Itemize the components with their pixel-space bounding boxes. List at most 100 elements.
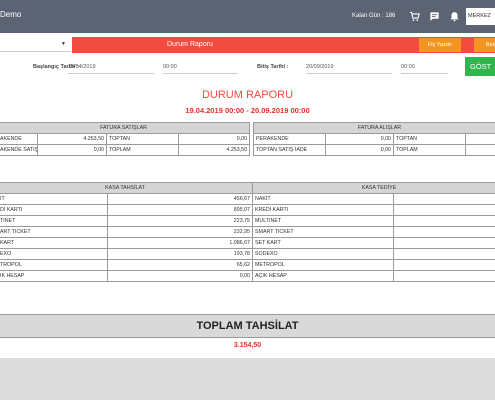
table-cell: IK HESAP xyxy=(0,270,108,282)
purchase-invoice-header: FATURA ALIŞLAR xyxy=(253,122,495,134)
table-cell xyxy=(392,259,495,271)
main-content: ▼ Durum Raporu Fiş Yazdır Belge Başlangı… xyxy=(0,33,495,358)
table-row: MULTINET xyxy=(252,215,495,227)
table-cell: 0,00 xyxy=(177,133,251,145)
table-cell: 0,00 xyxy=(107,270,253,282)
table-cell xyxy=(465,144,495,156)
table-cell: DI KARTI xyxy=(0,204,108,216)
table-cell: MULTINET xyxy=(252,215,394,227)
end-date-label: Bitiş Tarihi : xyxy=(257,64,289,70)
table-row: AKENDE 4.253,50 TOPTAN 0,00 xyxy=(0,133,251,145)
table-cell: 0,00 xyxy=(325,144,394,156)
table-cell: 65,62 xyxy=(107,259,253,271)
show-button[interactable]: GÖST xyxy=(465,57,495,76)
sales-invoice-header: FATURA SATIŞLAR xyxy=(0,122,251,134)
purchase-invoice-table: FATURA ALIŞLAR PERAKENDE 0,00 TOPTAN TOP… xyxy=(253,122,495,156)
table-row: KREDİ KARTI xyxy=(252,204,495,216)
total-collection-label: TOPLAM TAHSİLAT xyxy=(0,314,495,338)
table-cell xyxy=(392,248,495,260)
report-type-select[interactable]: ▼ xyxy=(0,38,71,52)
table-cell: 895,07 xyxy=(107,204,253,216)
table-cell: 1.086,67 xyxy=(107,237,253,249)
report-title: DURUM RAPORU xyxy=(201,89,294,101)
table-cell: KART xyxy=(0,237,108,249)
table-cell: 223,75 xyxy=(107,215,253,227)
table-row: ART TICKET 232,95 xyxy=(0,226,253,238)
table-cell: AKENDE xyxy=(0,133,38,145)
table-cell: SODEXO xyxy=(252,248,394,260)
table-cell: 193,78 xyxy=(107,248,253,260)
table-row: DI KARTI 895,07 xyxy=(0,204,253,216)
table-row: AÇIK HESAP xyxy=(252,270,495,282)
table-row: TINET 223,75 xyxy=(0,215,253,227)
report-date-range: 19.04.2019 00:00 - 20.09.2019 00:00 xyxy=(185,106,310,115)
bell-icon[interactable] xyxy=(449,11,460,22)
top-navbar: Demo Kalan Gün : 186 MERKEZ xyxy=(0,0,495,33)
table-cell xyxy=(392,193,495,205)
table-cell: 456,67 xyxy=(107,193,253,205)
table-cell: SET KART xyxy=(252,237,394,249)
table-cell xyxy=(392,215,495,227)
table-cell: 232,95 xyxy=(107,226,253,238)
start-time-input[interactable]: 00:00 xyxy=(163,62,238,74)
table-cell: TOPLAM xyxy=(106,144,179,156)
table-cell: PERAKENDE xyxy=(253,133,326,145)
table-cell xyxy=(465,133,495,145)
app-brand[interactable]: Demo xyxy=(0,10,21,19)
report-title-bar-label: Durum Raporu xyxy=(167,41,213,48)
table-row: IK HESAP 0,00 xyxy=(0,270,253,282)
table-cell: ART TICKET xyxy=(0,226,108,238)
print-receipt-button[interactable]: Fiş Yazdır xyxy=(419,38,461,52)
start-date-input[interactable]: 19/04/2019 xyxy=(68,62,154,74)
table-cell: EXO xyxy=(0,248,108,260)
table-cell: TOPLAM xyxy=(393,144,466,156)
table-row: METROPOL xyxy=(252,259,495,271)
chat-icon[interactable] xyxy=(429,11,440,22)
table-cell: TOPTAN xyxy=(106,133,179,145)
table-cell xyxy=(392,270,495,282)
page-footer-area xyxy=(0,358,495,400)
table-cell xyxy=(392,226,495,238)
table-cell: 0,00 xyxy=(325,133,394,145)
sales-invoice-table: FATURA SATIŞLAR AKENDE 4.253,50 TOPTAN 0… xyxy=(0,122,251,156)
table-row: SODEXO xyxy=(252,248,495,260)
table-cell: METROPOL xyxy=(252,259,394,271)
remaining-days-label: Kalan Gün : 186 xyxy=(352,13,396,19)
total-collection-value: 3.154,50 xyxy=(233,342,262,349)
table-cell: 4.253,50 xyxy=(177,144,251,156)
table-cell: NAKİT xyxy=(252,193,394,205)
table-cell: SMART TICKET xyxy=(252,226,394,238)
table-row: SMART TICKET xyxy=(252,226,495,238)
cash-payment-header: KASA TEDİYE xyxy=(251,182,495,194)
cash-payment-table: KASA TEDİYE NAKİT KREDİ KARTI MULTINET S… xyxy=(251,182,495,282)
table-row: EXO 193,78 xyxy=(0,248,253,260)
cart-icon[interactable] xyxy=(409,11,420,22)
document-button[interactable]: Belge xyxy=(474,38,495,52)
table-cell: AÇIK HESAP xyxy=(252,270,394,282)
table-cell: TROPOL xyxy=(0,259,108,271)
end-time-input[interactable]: 00:00 xyxy=(401,62,448,74)
table-row: AKENDE SATIŞ İADE 0,00 TOPLAM 4.253,50 xyxy=(0,144,251,156)
table-cell: TOPTAN SATIŞ İADE xyxy=(253,144,326,156)
table-cell: TINET xyxy=(0,215,108,227)
table-cell: KREDİ KARTI xyxy=(252,204,394,216)
table-row: NAKİT xyxy=(252,193,495,205)
end-date-input[interactable]: 20/09/2019 xyxy=(306,62,392,74)
chevron-down-icon: ▼ xyxy=(61,41,66,47)
table-cell: 4.253,50 xyxy=(37,133,107,145)
table-cell: 0,00 xyxy=(37,144,107,156)
table-cell xyxy=(392,204,495,216)
table-row: SET KART xyxy=(252,237,495,249)
table-cell xyxy=(392,237,495,249)
table-cell: IT xyxy=(0,193,108,205)
table-row: PERAKENDE 0,00 TOPTAN xyxy=(253,133,495,145)
table-cell: AKENDE SATIŞ İADE xyxy=(0,144,38,156)
cash-collection-header: KASA TAHSİLAT xyxy=(0,182,253,194)
branch-selector[interactable]: MERKEZ xyxy=(466,8,495,25)
table-cell: TOPTAN xyxy=(393,133,466,145)
cash-collection-table: KASA TAHSİLAT IT 456,67 DI KARTI 895,07 TI… xyxy=(0,182,253,282)
table-row: IT 456,67 xyxy=(0,193,253,205)
table-row: TOPTAN SATIŞ İADE 0,00 TOPLAM xyxy=(253,144,495,156)
table-row: TROPOL 65,62 xyxy=(0,259,253,271)
table-row: KART 1.086,67 xyxy=(0,237,253,249)
